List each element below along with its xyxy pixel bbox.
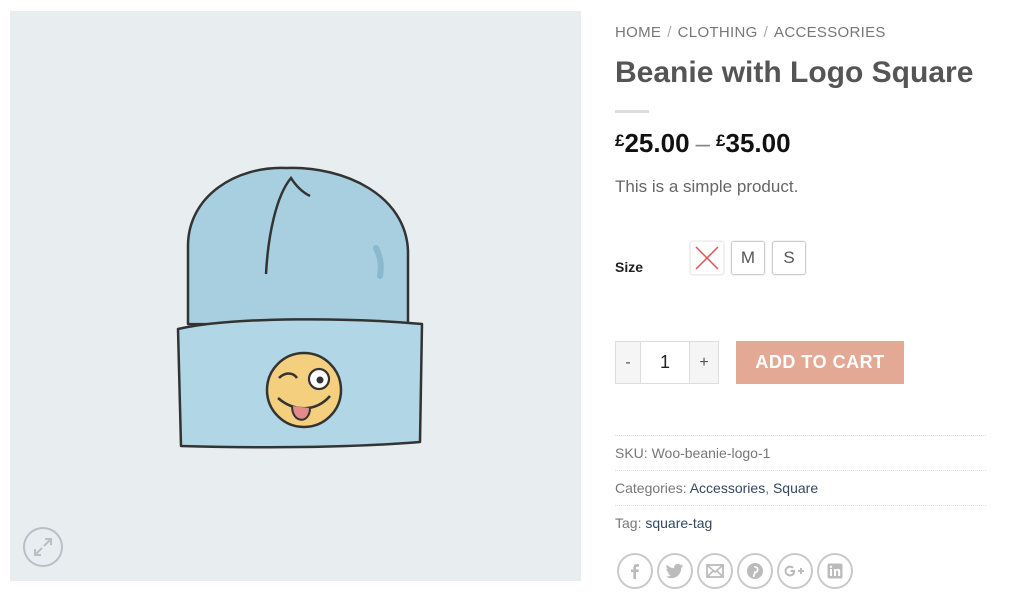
- share-facebook-button[interactable]: [617, 553, 653, 589]
- twitter-icon: [666, 563, 683, 579]
- short-description: This is a simple product.: [615, 177, 799, 196]
- price-range: £25.00– £35.00: [615, 128, 791, 159]
- breadcrumb: HOME / CLOTHING / ACCESSORIES: [615, 24, 886, 41]
- quantity-minus-button[interactable]: -: [616, 342, 641, 383]
- beanie-product-image: [176, 166, 424, 449]
- breadcrumb-separator: /: [667, 24, 672, 41]
- size-option-m[interactable]: M: [731, 241, 765, 275]
- quantity-input[interactable]: [641, 342, 689, 383]
- product-image-gallery[interactable]: [10, 11, 581, 581]
- category-link-accessories[interactable]: Accessories: [690, 480, 765, 496]
- sku-row: SKU: Woo-beanie-logo-1: [615, 435, 986, 471]
- add-to-cart-button[interactable]: ADD TO CART: [736, 341, 904, 384]
- category-separator: ,: [765, 480, 770, 496]
- facebook-icon: [631, 564, 639, 579]
- quantity-stepper: - +: [615, 341, 719, 384]
- sku-value: Woo-beanie-logo-1: [651, 445, 771, 461]
- zoom-expand-button[interactable]: [23, 527, 63, 567]
- size-option-s[interactable]: S: [772, 241, 806, 275]
- quantity-plus-button[interactable]: +: [689, 342, 718, 383]
- share-pinterest-button[interactable]: [737, 553, 773, 589]
- breadcrumb-home-link[interactable]: HOME: [615, 24, 661, 41]
- category-link-square[interactable]: Square: [773, 480, 818, 496]
- categories-row: Categories: Accessories, Square: [615, 470, 986, 506]
- linkedin-icon: [827, 563, 843, 579]
- sku-label: SKU:: [615, 445, 648, 461]
- size-label: Size: [615, 259, 644, 275]
- share-twitter-button[interactable]: [657, 553, 693, 589]
- breadcrumb-separator: /: [763, 24, 769, 41]
- pinterest-icon: [747, 563, 763, 579]
- product-title: Beanie with Logo Square: [615, 56, 974, 89]
- share-icons: [617, 553, 853, 589]
- currency-symbol: £: [615, 131, 625, 150]
- google-plus-icon: [784, 565, 804, 577]
- price-max: 35.00: [725, 128, 791, 158]
- price-dash: –: [695, 128, 711, 158]
- share-email-button[interactable]: [697, 553, 733, 589]
- size-option-unavailable[interactable]: [690, 241, 724, 275]
- tag-row: Tag: square-tag: [615, 505, 986, 541]
- expand-arrows-icon: [34, 538, 52, 556]
- currency-symbol: £: [716, 131, 726, 150]
- categories-label: Categories:: [615, 480, 687, 496]
- share-linkedin-button[interactable]: [817, 553, 853, 589]
- breadcrumb-clothing-link[interactable]: CLOTHING: [678, 24, 758, 41]
- email-icon: [706, 564, 724, 578]
- title-divider: [615, 110, 649, 113]
- breadcrumb-accessories-link[interactable]: ACCESSORIES: [774, 24, 886, 41]
- tag-label: Tag:: [615, 515, 642, 531]
- size-swatches: M S: [690, 241, 806, 275]
- unavailable-x-icon: [695, 246, 719, 270]
- price-min: 25.00: [624, 128, 690, 158]
- share-google-plus-button[interactable]: [777, 553, 813, 589]
- tag-link-square-tag[interactable]: square-tag: [645, 515, 712, 531]
